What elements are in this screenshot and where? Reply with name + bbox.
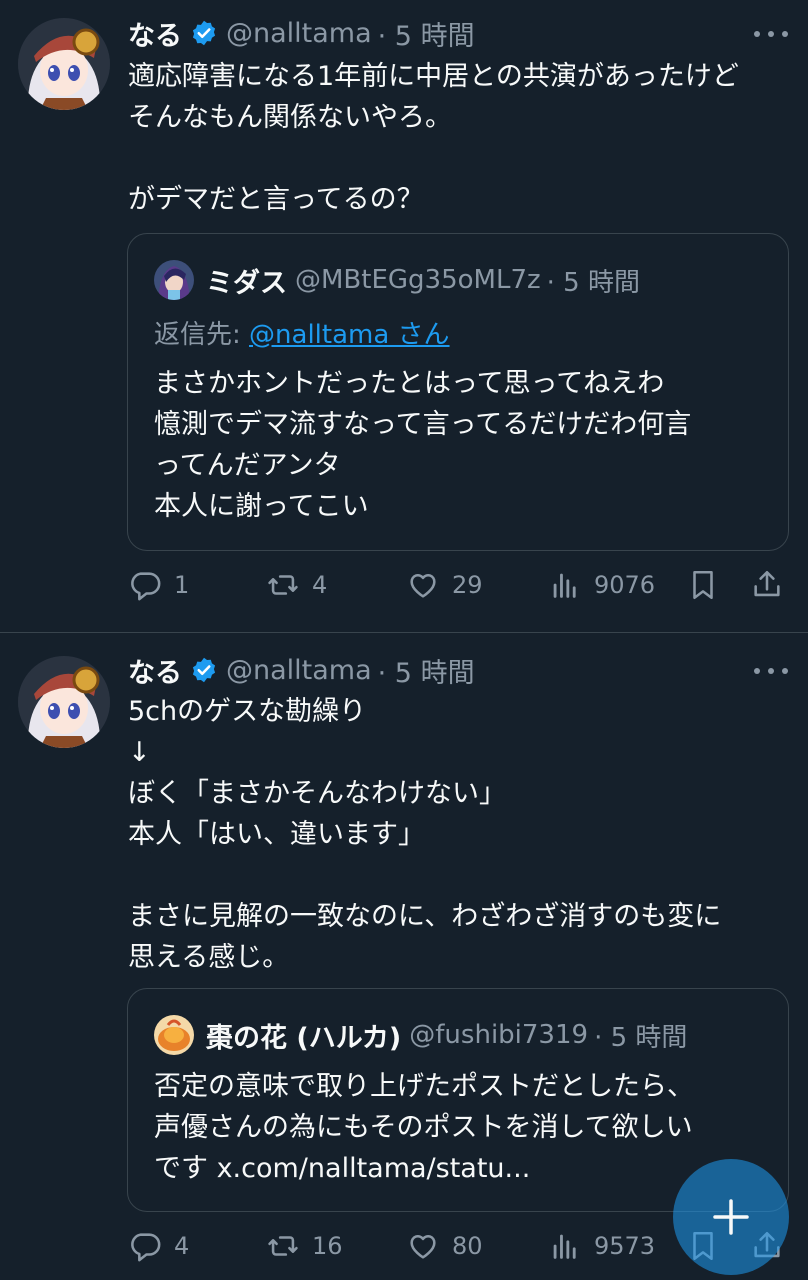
quoted-tweet[interactable]: ミダス @MBtEGg35oML7z · 5 時間 返信先: @nalltama… xyxy=(127,233,789,551)
more-options-icon[interactable] xyxy=(754,24,788,44)
views-button[interactable]: 9573 xyxy=(548,1224,655,1268)
text-line: そんなもん関係ないやろ。 xyxy=(128,102,452,133)
views-button[interactable]: 9076 xyxy=(548,563,655,607)
author-handle[interactable]: @nalltama xyxy=(226,655,372,686)
view-count: 9076 xyxy=(594,571,656,599)
quote-author-name[interactable]: 棗の花 (ハルカ) xyxy=(206,1016,401,1055)
quote-author-handle[interactable]: @MBtEGg35oML7z xyxy=(295,265,541,295)
text-line: 声優さんの為にもそのポストを消して欲しい xyxy=(154,1112,693,1143)
text-line: まさに見解の一致なのに、わざわざ消すのも変に xyxy=(128,901,722,932)
verified-badge-icon xyxy=(190,656,218,684)
text-line: 否定の意味で取り上げたポストだとしたら、 xyxy=(154,1071,694,1102)
reply-to: 返信先: @nalltama さん xyxy=(154,314,450,351)
reply-icon xyxy=(131,1233,161,1262)
verified-badge-icon xyxy=(190,19,218,47)
repost-icon xyxy=(268,575,298,595)
text-line: 本人に謝ってこい xyxy=(154,491,369,522)
repost-button[interactable]: 16 xyxy=(266,1224,343,1268)
text-line xyxy=(128,138,788,179)
quote-author-handle[interactable]: @fushibi7319 xyxy=(409,1020,588,1050)
text-line: ↓ xyxy=(128,737,151,768)
reply-button[interactable]: 1 xyxy=(128,563,189,607)
share-icon xyxy=(754,570,780,597)
reply-to-link[interactable]: @nalltama さん xyxy=(249,320,450,350)
reply-count: 1 xyxy=(174,571,190,599)
timestamp[interactable]: · 5 時間 xyxy=(378,14,475,53)
view-count: 9573 xyxy=(594,1232,656,1260)
tweet[interactable]: なる @nalltama · 5 時間 適応障害になる1年前に中居との共演があっ… xyxy=(0,0,808,632)
repost-count: 4 xyxy=(312,571,328,599)
tweet-text: 適応障害になる1年前に中居との共演があったけど そんなもん関係ないやろ。 がデマ… xyxy=(128,56,788,220)
heart-icon xyxy=(410,1234,436,1259)
text-line: まさかホントだったとはって思ってねえわ xyxy=(154,368,665,399)
reply-button[interactable]: 4 xyxy=(128,1224,189,1268)
quote-timestamp: · 5 時間 xyxy=(546,267,640,298)
plus-icon xyxy=(713,1199,749,1235)
quote-header: 棗の花 (ハルカ) @fushibi7319 · 5 時間 xyxy=(154,1015,687,1055)
quote-text: 否定の意味で取り上げたポストだとしたら、 声優さんの為にもそのポストを消して欲し… xyxy=(154,1067,774,1190)
text-line: ぼく「まさかそんなわけない」 xyxy=(128,778,506,809)
avatar[interactable] xyxy=(18,18,110,110)
text-line: 適応障害になる1年前に中居との共演があったけど xyxy=(128,61,739,92)
reply-count: 4 xyxy=(174,1232,190,1260)
text-line: 本人「はい、違います」 xyxy=(128,819,425,850)
views-icon xyxy=(553,1234,576,1259)
author-name[interactable]: なる xyxy=(128,14,182,53)
author-name[interactable]: なる xyxy=(128,651,182,690)
quote-author-name[interactable]: ミダス xyxy=(206,261,287,300)
tweet-header: なる @nalltama · 5 時間 xyxy=(128,650,475,690)
tweet-header: なる @nalltama · 5 時間 xyxy=(128,13,475,53)
quote-text: まさかホントだったとはって思ってねえわ 憶測でデマ流すなって言ってるだけだわ何言… xyxy=(154,364,774,528)
like-count: 80 xyxy=(452,1232,483,1260)
text-line xyxy=(128,855,788,896)
avatar[interactable] xyxy=(154,260,194,300)
like-button[interactable]: 29 xyxy=(406,563,483,607)
text-line: 思える感じ。 xyxy=(128,942,290,973)
reply-to-label: 返信先: xyxy=(154,320,250,350)
text-line: 憶測でデマ流すなって言ってるだけだわ何言 xyxy=(154,409,692,440)
text-line: です x.com/nalltama/statu... xyxy=(154,1153,531,1184)
quote-header: ミダス @MBtEGg35oML7z · 5 時間 xyxy=(154,260,640,300)
tweet-text: 5chのゲスな勘繰り ↓ ぼく「まさかそんなわけない」 本人「はい、違います」 … xyxy=(128,691,788,978)
more-options-icon[interactable] xyxy=(754,661,788,681)
text-line: ってんだアンタ xyxy=(154,450,341,481)
author-handle[interactable]: @nalltama xyxy=(226,18,372,49)
timestamp[interactable]: · 5 時間 xyxy=(378,651,475,690)
text-line: がデマだと言ってるの？ xyxy=(128,184,424,215)
avatar[interactable] xyxy=(154,1015,194,1055)
like-button[interactable]: 80 xyxy=(406,1224,483,1268)
compose-button[interactable] xyxy=(673,1159,789,1275)
quote-timestamp: · 5 時間 xyxy=(594,1022,688,1053)
text-line: 5chのゲスな勘繰り xyxy=(128,696,367,727)
repost-icon xyxy=(268,1236,298,1256)
avatar[interactable] xyxy=(18,656,110,748)
repost-count: 16 xyxy=(312,1232,343,1260)
action-bar: 1 4 29 9076 xyxy=(128,563,788,607)
share-button[interactable] xyxy=(750,563,784,607)
reply-icon xyxy=(131,572,161,601)
views-icon xyxy=(553,573,576,598)
repost-button[interactable]: 4 xyxy=(266,563,327,607)
bookmark-button[interactable] xyxy=(686,563,720,607)
like-count: 29 xyxy=(452,571,483,599)
bookmark-icon xyxy=(693,570,713,600)
heart-icon xyxy=(410,573,436,598)
